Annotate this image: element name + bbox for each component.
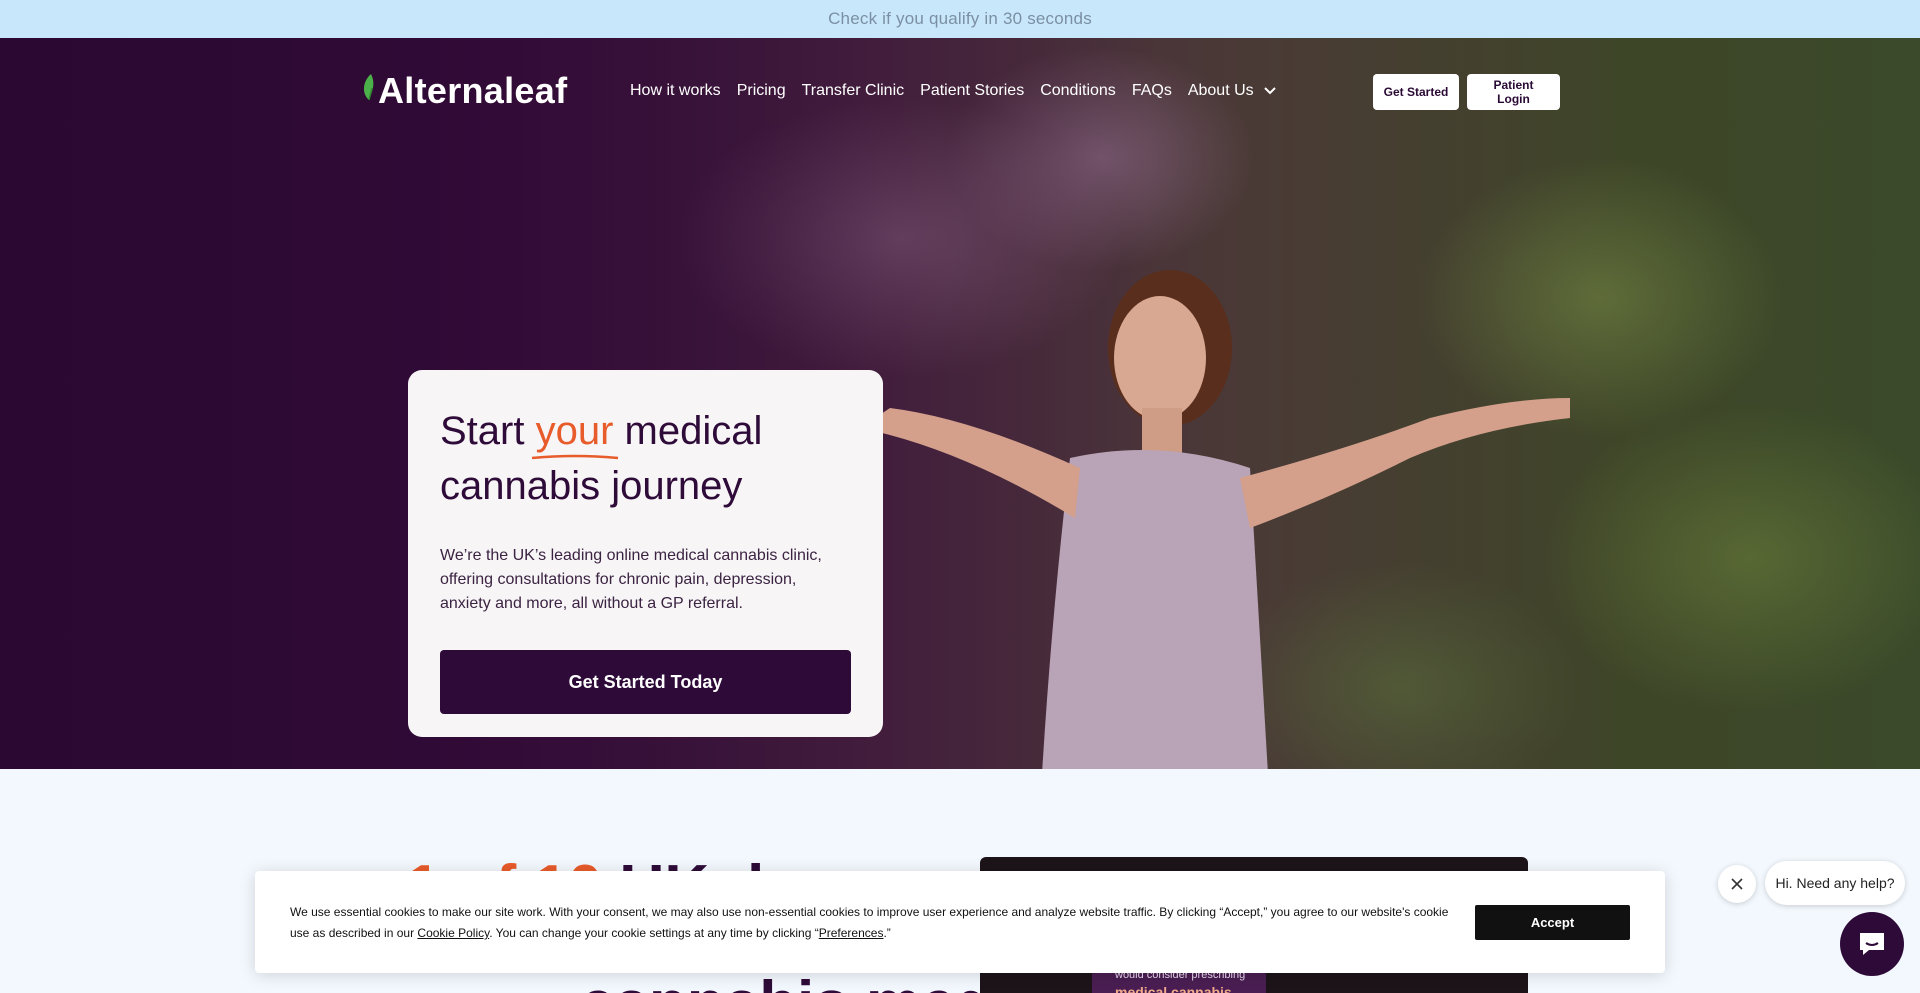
underline-swash xyxy=(531,454,618,460)
hero-title-accent: your xyxy=(531,404,618,460)
nav-faqs[interactable]: FAQs xyxy=(1132,82,1172,100)
hero-description: We’re the UK’s leading online medical ca… xyxy=(440,547,822,612)
nav-how-it-works[interactable]: How it works xyxy=(630,82,721,100)
chat-icon xyxy=(1860,933,1884,955)
cookie-text: We use essential cookies to make our sit… xyxy=(290,905,1449,940)
chat-greeting-bubble[interactable]: Hi. Need any help? xyxy=(1765,861,1905,905)
video-caption-highlight: medical cannabis xyxy=(1115,984,1232,993)
hero-card: Start your medical cannabis journey We’r… xyxy=(408,370,883,737)
preferences-link[interactable]: Preferences xyxy=(819,926,884,940)
hero-woman-image xyxy=(870,270,1570,769)
chat-close-button[interactable] xyxy=(1718,865,1756,903)
nav-pricing[interactable]: Pricing xyxy=(737,82,786,100)
patient-login-button[interactable]: Patient Login xyxy=(1467,74,1560,110)
chat-launcher-button[interactable] xyxy=(1840,912,1904,976)
hero-section xyxy=(0,38,1920,769)
cookie-banner: We use essential cookies to make our sit… xyxy=(255,871,1665,973)
hero-title: Start your medical cannabis journey xyxy=(440,404,851,514)
alternaleaf-logo[interactable]: Alternaleaf xyxy=(360,70,567,112)
nav-transfer-clinic[interactable]: Transfer Clinic xyxy=(802,82,905,100)
qualify-link[interactable]: Check if you qualify in 30 seconds xyxy=(828,9,1092,29)
main-nav: Alternaleaf How it works Pricing Transfe… xyxy=(0,38,1920,144)
nav-get-started-button[interactable]: Get Started xyxy=(1373,74,1459,110)
get-started-today-button[interactable]: Get Started Today xyxy=(440,650,851,714)
close-icon xyxy=(1731,878,1743,890)
nav-about-us[interactable]: About Us xyxy=(1188,82,1254,100)
nav-about-us-dropdown[interactable]: About Us xyxy=(1188,82,1276,100)
nav-patient-stories[interactable]: Patient Stories xyxy=(920,82,1024,100)
nav-conditions[interactable]: Conditions xyxy=(1040,82,1116,100)
chevron-down-icon xyxy=(1263,87,1276,95)
announcement-bar: Check if you qualify in 30 seconds xyxy=(0,0,1920,38)
cookie-policy-link[interactable]: Cookie Policy xyxy=(417,926,489,940)
nav-links: How it works Pricing Transfer Clinic Pat… xyxy=(630,82,1276,100)
cookie-accept-button[interactable]: Accept xyxy=(1475,905,1630,940)
